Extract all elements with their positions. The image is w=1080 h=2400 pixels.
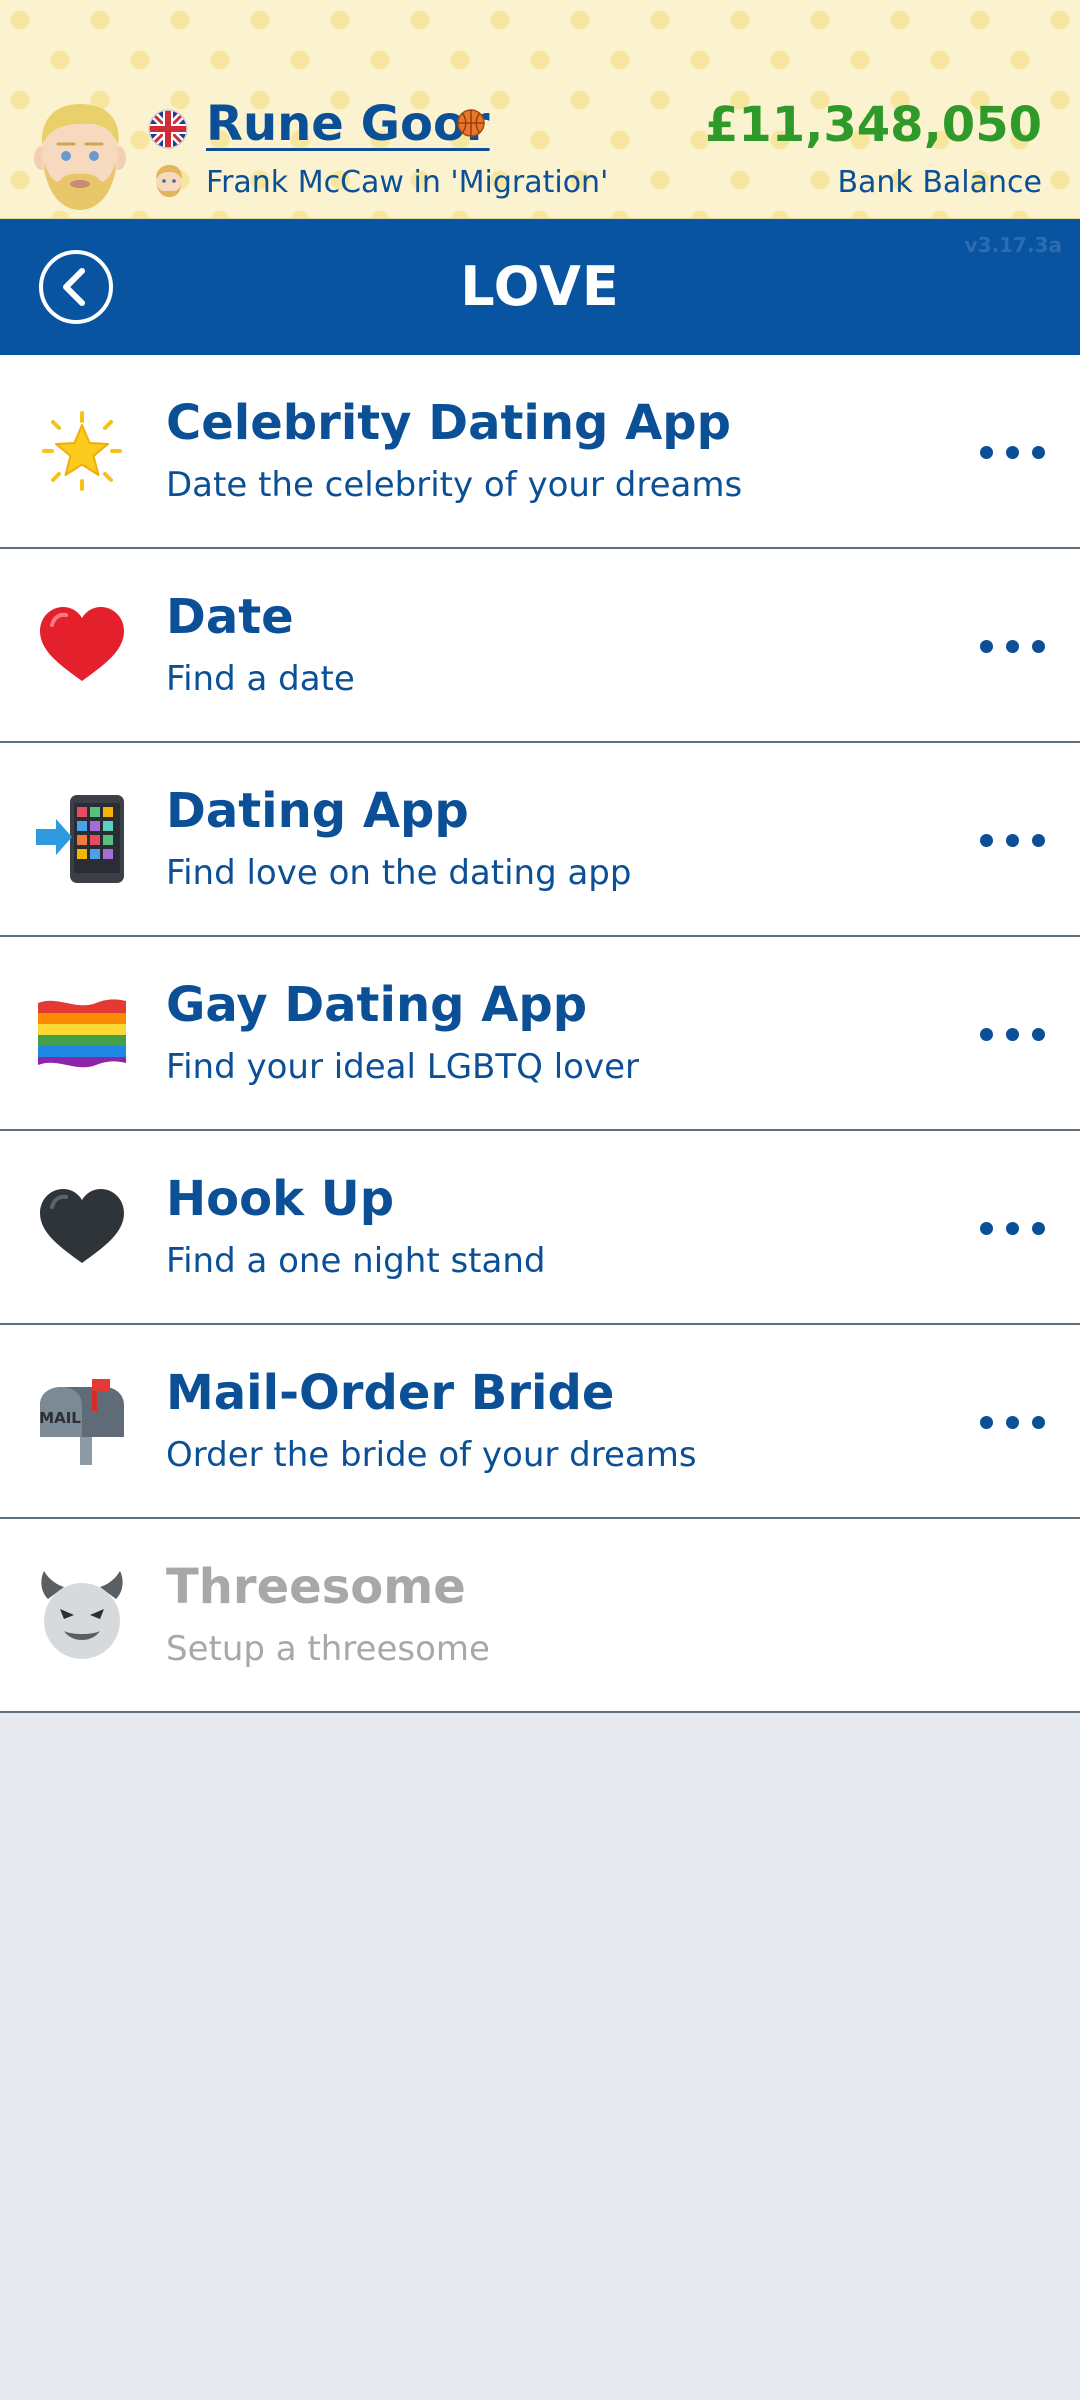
- player-avatar[interactable]: [34, 100, 126, 212]
- nav-bar: LOVE v3.17.3a: [0, 219, 1080, 355]
- more-options-button[interactable]: [976, 1204, 1050, 1252]
- item-title: Hook Up: [166, 1171, 395, 1227]
- list-item-date[interactable]: Date Find a date: [0, 549, 1080, 743]
- item-title: Gay Dating App: [166, 977, 588, 1033]
- item-title: Threesome: [166, 1559, 466, 1615]
- item-subtitle: Date the celebrity of your dreams: [166, 465, 743, 505]
- basketball-icon: [457, 109, 485, 137]
- version-label: v3.17.3a: [964, 233, 1062, 257]
- item-subtitle: Setup a threesome: [166, 1629, 490, 1669]
- mobile-phone-arrow-icon: [36, 795, 124, 883]
- more-options-button[interactable]: [976, 622, 1050, 670]
- profile-header: Rune Goor Frank McCaw in 'Migration' £11…: [0, 0, 1080, 219]
- item-subtitle: Find a one night stand: [166, 1241, 546, 1281]
- list-item-dating-app[interactable]: Dating App Find love on the dating app: [0, 743, 1080, 937]
- love-activity-list: Celebrity Dating App Date the celebrity …: [0, 355, 1080, 1713]
- back-arrow-icon[interactable]: [38, 249, 114, 325]
- glowing-star-icon: [42, 411, 122, 491]
- list-item-mail-order-bride[interactable]: MAIL Mail-Order Bride Order the bride of…: [0, 1325, 1080, 1519]
- bank-balance-label: Bank Balance: [837, 165, 1042, 200]
- more-options-button[interactable]: [976, 428, 1050, 476]
- item-subtitle: Order the bride of your dreams: [166, 1435, 697, 1475]
- devil-face-icon: [41, 1571, 123, 1659]
- more-options-button[interactable]: [976, 1010, 1050, 1058]
- list-item-hook-up[interactable]: Hook Up Find a one night stand: [0, 1131, 1080, 1325]
- list-item-threesome: Threesome Setup a threesome: [0, 1519, 1080, 1713]
- mailbox-icon: MAIL: [39, 1379, 124, 1465]
- character-avatar-icon: [156, 165, 182, 197]
- more-options-button[interactable]: [976, 1398, 1050, 1446]
- svg-text:MAIL: MAIL: [39, 1409, 81, 1427]
- list-item-celebrity-dating-app[interactable]: Celebrity Dating App Date the celebrity …: [0, 355, 1080, 549]
- rainbow-flag-icon: [38, 999, 126, 1068]
- list-item-gay-dating-app[interactable]: Gay Dating App Find your ideal LGBTQ lov…: [0, 937, 1080, 1131]
- item-subtitle: Find your ideal LGBTQ lover: [166, 1047, 639, 1087]
- bank-balance-value: £11,348,050: [704, 97, 1042, 153]
- item-title: Dating App: [166, 783, 469, 839]
- black-heart-icon: [40, 1189, 124, 1263]
- item-subtitle: Find love on the dating app: [166, 853, 632, 893]
- more-options-button[interactable]: [976, 816, 1050, 864]
- item-title: Date: [166, 589, 294, 645]
- uk-flag-icon: [148, 109, 188, 149]
- red-heart-icon: [40, 607, 124, 681]
- item-subtitle: Find a date: [166, 659, 355, 699]
- player-name[interactable]: Rune Goor: [206, 96, 490, 152]
- current-role-text: Frank McCaw in 'Migration': [206, 165, 609, 200]
- page-title: LOVE: [460, 255, 620, 318]
- item-title: Mail-Order Bride: [166, 1365, 615, 1421]
- item-title: Celebrity Dating App: [166, 395, 731, 451]
